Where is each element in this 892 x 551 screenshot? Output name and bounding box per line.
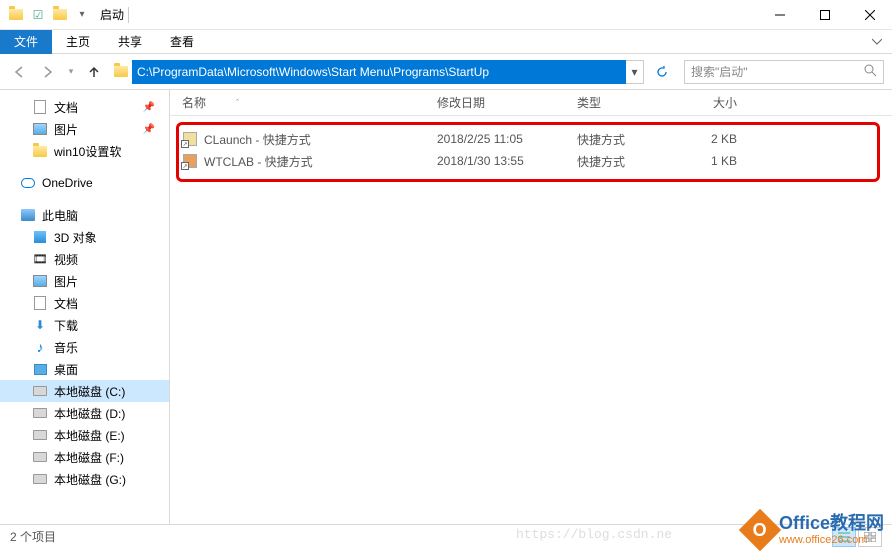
column-date[interactable]: 修改日期	[437, 94, 577, 111]
address-dropdown-icon[interactable]: ▾	[626, 60, 644, 84]
highlight-annotation	[176, 122, 880, 182]
desktop-icon	[32, 361, 48, 377]
ribbon-tabs: 文件 主页 共享 查看	[0, 30, 892, 54]
minimize-button[interactable]	[757, 0, 802, 30]
column-size[interactable]: 大小	[677, 94, 757, 111]
folder-icon	[32, 143, 48, 159]
up-button[interactable]	[82, 60, 106, 84]
navigation-pane: 文档 📌 图片 📌 win10设置软 OneDrive 此电脑 3D 对象 🎞	[0, 90, 170, 524]
search-icon	[864, 64, 877, 80]
address-bar[interactable]: C:\ProgramData\Microsoft\Windows\Start M…	[132, 60, 626, 84]
window-title: 启动	[100, 6, 124, 23]
sidebar-documents[interactable]: 文档	[0, 292, 169, 314]
forward-button[interactable]	[36, 60, 60, 84]
video-icon: 🎞	[32, 251, 48, 267]
qat-properties-icon[interactable]: ☑	[30, 7, 46, 23]
drive-icon	[32, 471, 48, 487]
recent-dropdown-icon[interactable]: ▾	[64, 60, 78, 84]
sidebar-3dobjects[interactable]: 3D 对象	[0, 226, 169, 248]
navigation-bar: ▾ C:\ProgramData\Microsoft\Windows\Start…	[0, 54, 892, 90]
quick-access-documents[interactable]: 文档 📌	[0, 96, 169, 118]
qat-dropdown-icon[interactable]: ▾	[74, 7, 90, 23]
search-placeholder: 搜索"启动"	[691, 63, 864, 80]
tab-share[interactable]: 共享	[104, 30, 156, 54]
cube-icon	[32, 229, 48, 245]
item-count: 2 个项目	[10, 528, 56, 545]
refresh-button[interactable]	[650, 60, 674, 84]
download-icon: ⬇	[32, 317, 48, 333]
drive-icon	[32, 405, 48, 421]
column-type[interactable]: 类型	[577, 94, 677, 111]
tab-view[interactable]: 查看	[156, 30, 208, 54]
sidebar-downloads[interactable]: ⬇ 下载	[0, 314, 169, 336]
back-button[interactable]	[8, 60, 32, 84]
column-headers[interactable]: 名称 ˆ 修改日期 类型 大小	[170, 90, 892, 116]
quick-access-pictures[interactable]: 图片 📌	[0, 118, 169, 140]
document-icon	[32, 99, 48, 115]
drive-icon	[32, 427, 48, 443]
picture-icon	[32, 121, 48, 137]
drive-icon	[32, 383, 48, 399]
view-details-button[interactable]	[832, 527, 856, 547]
qat-newfolder-icon[interactable]	[52, 7, 68, 23]
file-list-pane: 名称 ˆ 修改日期 类型 大小 ↗ CLaunch - 快捷方式 2018/2/…	[170, 90, 892, 524]
cloud-icon	[20, 175, 36, 191]
shortcut-icon: ↗	[182, 131, 198, 147]
document-icon	[32, 295, 48, 311]
close-button[interactable]	[847, 0, 892, 30]
sidebar-pictures[interactable]: 图片	[0, 270, 169, 292]
view-icons-button[interactable]	[858, 527, 882, 547]
sidebar-music[interactable]: ♪ 音乐	[0, 336, 169, 358]
column-name[interactable]: 名称	[182, 94, 206, 111]
ribbon-expand-icon[interactable]	[862, 35, 892, 49]
pin-icon: 📌	[143, 102, 155, 113]
sidebar-onedrive[interactable]: OneDrive	[0, 172, 169, 194]
sidebar-drive-f[interactable]: 本地磁盘 (F:)	[0, 446, 169, 468]
sidebar-drive-e[interactable]: 本地磁盘 (E:)	[0, 424, 169, 446]
pin-icon: 📌	[143, 124, 155, 135]
sidebar-drive-d[interactable]: 本地磁盘 (D:)	[0, 402, 169, 424]
address-folder-icon	[110, 61, 132, 83]
status-bar: 2 个项目	[0, 524, 892, 548]
drive-icon	[32, 449, 48, 465]
sidebar-thispc[interactable]: 此电脑	[0, 204, 169, 226]
title-bar: ☑ ▾ 启动	[0, 0, 892, 30]
sidebar-drive-g[interactable]: 本地磁盘 (G:)	[0, 468, 169, 490]
sidebar-desktop[interactable]: 桌面	[0, 358, 169, 380]
music-icon: ♪	[32, 339, 48, 355]
quick-access-folder[interactable]: win10设置软	[0, 140, 169, 162]
maximize-button[interactable]	[802, 0, 847, 30]
sidebar-videos[interactable]: 🎞 视频	[0, 248, 169, 270]
tab-home[interactable]: 主页	[52, 30, 104, 54]
pc-icon	[20, 207, 36, 223]
picture-icon	[32, 273, 48, 289]
sidebar-drive-c[interactable]: 本地磁盘 (C:)	[0, 380, 169, 402]
shortcut-icon: ↗	[182, 153, 198, 169]
folder-icon	[8, 7, 24, 23]
search-input[interactable]: 搜索"启动"	[684, 60, 884, 84]
tab-file[interactable]: 文件	[0, 30, 52, 54]
sort-indicator-icon: ˆ	[236, 98, 239, 108]
